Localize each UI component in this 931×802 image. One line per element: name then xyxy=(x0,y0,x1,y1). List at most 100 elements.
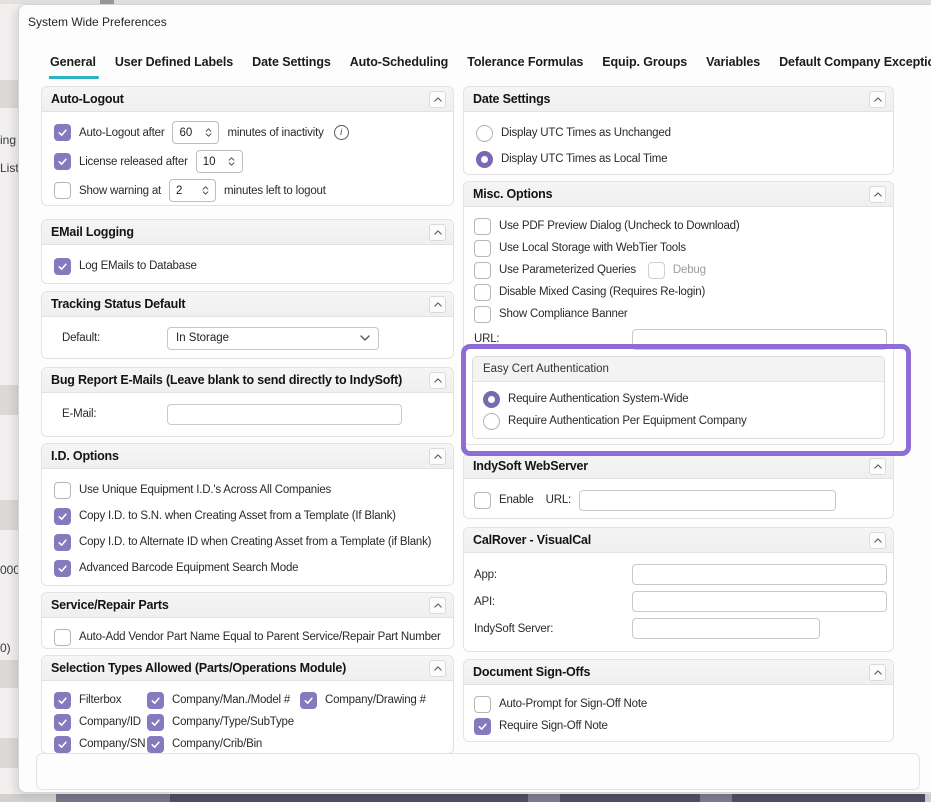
tab-general[interactable]: General xyxy=(49,53,97,79)
checkbox[interactable] xyxy=(474,240,491,257)
checkbox-row[interactable]: Copy I.D. to S.N. when Creating Asset fr… xyxy=(42,503,453,529)
radio-button[interactable] xyxy=(476,125,493,142)
collapse-button[interactable] xyxy=(429,372,446,389)
checkbox[interactable] xyxy=(147,714,164,731)
collapse-button[interactable] xyxy=(429,597,446,614)
tab-date-settings[interactable]: Date Settings xyxy=(251,53,332,79)
tab-user-defined-labels[interactable]: User Defined Labels xyxy=(114,53,234,79)
checkbox-cell[interactable]: Company/ID xyxy=(54,714,147,731)
number-spinner[interactable]: 2 xyxy=(169,179,216,202)
checkbox-cell[interactable]: Company/Man./Model # xyxy=(147,692,300,709)
checkbox[interactable] xyxy=(474,262,491,279)
checkbox[interactable] xyxy=(54,560,71,577)
checkbox-row[interactable]: Copy I.D. to Alternate ID when Creating … xyxy=(42,529,453,555)
spinner-arrows[interactable] xyxy=(201,128,218,137)
label: Use Unique Equipment I.D.'s Across All C… xyxy=(79,484,331,496)
collapse-button[interactable] xyxy=(429,224,446,241)
label: Use Local Storage with WebTier Tools xyxy=(499,242,686,254)
api-input[interactable] xyxy=(632,591,887,612)
collapse-button[interactable] xyxy=(869,532,886,549)
checkbox[interactable] xyxy=(474,696,491,713)
compliance-banner-url-input[interactable] xyxy=(632,329,887,350)
info-icon[interactable]: i xyxy=(334,125,349,140)
checkbox[interactable] xyxy=(474,218,491,235)
collapse-button[interactable] xyxy=(869,664,886,681)
checkbox[interactable] xyxy=(474,718,491,735)
checkbox[interactable] xyxy=(147,736,164,753)
checkbox[interactable] xyxy=(54,153,71,170)
collapse-button[interactable] xyxy=(429,660,446,677)
spinner-arrows[interactable] xyxy=(198,186,215,195)
checkbox[interactable] xyxy=(54,258,71,275)
checkbox-row[interactable]: Use Parameterized QueriesDebug xyxy=(464,259,893,281)
dropdown-value: In Storage xyxy=(176,332,229,344)
checkbox[interactable] xyxy=(54,534,71,551)
checkbox[interactable] xyxy=(54,124,71,141)
section-service-repair-parts: Service/Repair Parts Auto-Add Vendor Par… xyxy=(41,592,454,649)
collapse-button[interactable] xyxy=(869,458,886,475)
checkbox-row[interactable]: Use Unique Equipment I.D.'s Across All C… xyxy=(42,477,453,503)
checkbox-row[interactable]: Use PDF Preview Dialog (Uncheck to Downl… xyxy=(464,215,893,237)
collapse-button[interactable] xyxy=(869,91,886,108)
radio-row[interactable]: Require Authentication System-Wide xyxy=(473,388,884,410)
checkbox[interactable] xyxy=(54,508,71,525)
spinner-value: 10 xyxy=(197,156,225,168)
checkbox-row[interactable]: Use Local Storage with WebTier Tools xyxy=(464,237,893,259)
checkbox-row[interactable]: Auto-Add Vendor Part Name Equal to Paren… xyxy=(42,624,453,649)
checkbox-row[interactable]: Require Sign-Off Note xyxy=(464,715,893,737)
collapse-button[interactable] xyxy=(429,91,446,108)
checkbox-row[interactable]: Advanced Barcode Equipment Search Mode xyxy=(42,555,453,581)
checkbox-cell[interactable]: Company/Drawing # xyxy=(300,692,426,709)
tracking-status-dropdown[interactable]: In Storage xyxy=(167,327,379,350)
tab-default-company-exceptions[interactable]: Default Company Exceptions xyxy=(778,53,931,79)
enable-webserver-checkbox[interactable] xyxy=(474,492,491,509)
checkbox-row[interactable]: Disable Mixed Casing (Requires Re-login) xyxy=(464,281,893,303)
check-icon xyxy=(57,261,68,272)
checkbox-cell[interactable]: Filterbox xyxy=(54,692,147,709)
indysoft-server-input[interactable] xyxy=(632,618,820,639)
bug-report-email-input[interactable] xyxy=(167,404,402,425)
tab-variables[interactable]: Variables xyxy=(705,53,761,79)
radio-button[interactable] xyxy=(483,413,500,430)
checkbox-row[interactable]: Show Compliance Banner xyxy=(464,303,893,325)
tab-auto-scheduling[interactable]: Auto-Scheduling xyxy=(349,53,450,79)
checkbox-row[interactable]: Auto-Prompt for Sign-Off Note xyxy=(464,693,893,715)
check-icon xyxy=(57,739,68,750)
checkbox[interactable] xyxy=(54,629,71,646)
check-icon xyxy=(303,695,314,706)
checkbox[interactable] xyxy=(648,262,665,279)
checkbox-cell[interactable]: Company/SN xyxy=(54,736,147,753)
checkbox[interactable] xyxy=(54,692,71,709)
radio-button[interactable] xyxy=(476,151,493,168)
checkbox[interactable] xyxy=(54,482,71,499)
radio-row[interactable]: Require Authentication Per Equipment Com… xyxy=(473,410,884,432)
collapse-button[interactable] xyxy=(429,296,446,313)
checkbox[interactable] xyxy=(54,714,71,731)
label: Display UTC Times as Local Time xyxy=(501,153,667,165)
collapse-button[interactable] xyxy=(869,186,886,203)
number-spinner[interactable]: 10 xyxy=(196,150,243,173)
spinner-arrows[interactable] xyxy=(225,157,242,166)
checkbox-cell[interactable]: Company/Crib/Bin xyxy=(147,736,300,753)
checkbox-row[interactable]: Log EMails to Database xyxy=(42,253,453,279)
checkbox[interactable] xyxy=(147,692,164,709)
app-input[interactable] xyxy=(632,564,887,585)
radio-row[interactable]: Display UTC Times as Local Time xyxy=(464,146,893,172)
checkbox[interactable] xyxy=(474,306,491,323)
radio-row[interactable]: Display UTC Times as Unchanged xyxy=(464,120,893,146)
tab-equip-groups[interactable]: Equip. Groups xyxy=(601,53,688,79)
chevron-up-icon xyxy=(434,454,442,459)
system-wide-preferences-dialog: System Wide Preferences GeneralUser Defi… xyxy=(18,4,931,793)
checkbox-cell[interactable]: Company/Type/SubType xyxy=(147,714,300,731)
label: Require Authentication Per Equipment Com… xyxy=(508,415,747,427)
checkbox[interactable] xyxy=(54,182,71,199)
tab-tolerance-formulas[interactable]: Tolerance Formulas xyxy=(466,53,584,79)
collapse-button[interactable] xyxy=(429,448,446,465)
checkbox[interactable] xyxy=(300,692,317,709)
number-spinner[interactable]: 60 xyxy=(172,121,219,144)
label: Company/SN xyxy=(79,738,145,750)
radio-button[interactable] xyxy=(483,391,500,408)
webserver-url-input[interactable] xyxy=(579,490,836,511)
checkbox[interactable] xyxy=(54,736,71,753)
checkbox[interactable] xyxy=(474,284,491,301)
